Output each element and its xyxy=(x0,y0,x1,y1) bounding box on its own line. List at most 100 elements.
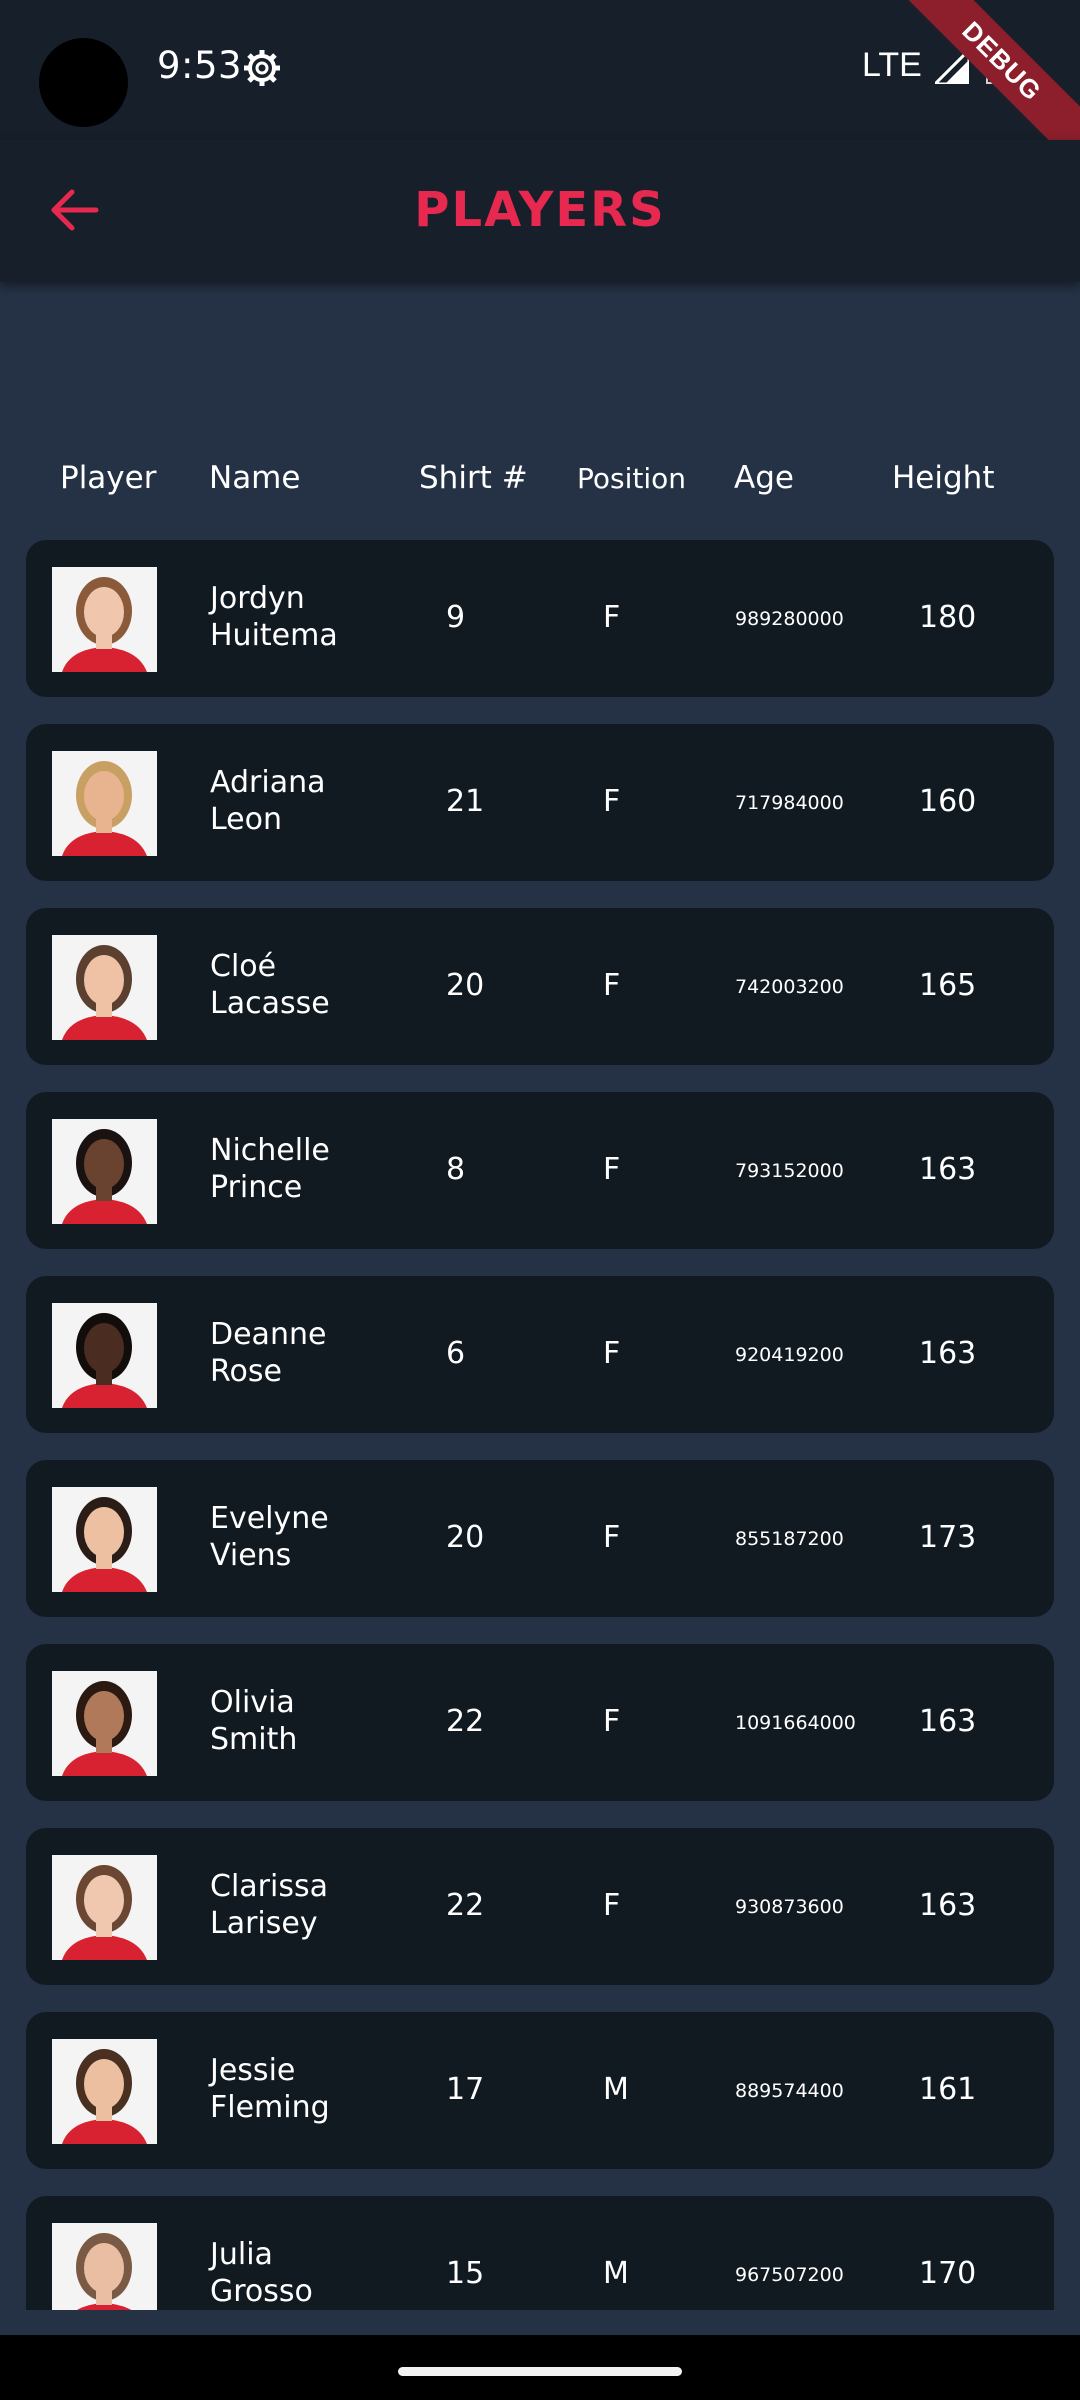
player-age: 930873600 xyxy=(735,1896,844,1918)
player-first-name: Clarissa xyxy=(210,1869,328,1904)
player-first-name: Jordyn xyxy=(210,581,305,616)
player-age: 889574400 xyxy=(735,2080,844,2102)
camera-cutout xyxy=(39,38,128,127)
settings-gear-icon xyxy=(244,50,280,86)
player-row[interactable]: Nichelle Prince 8 F 793152000 163 xyxy=(26,1092,1054,1249)
player-last-name: Fleming xyxy=(210,2090,330,2125)
player-row[interactable]: Evelyne Viens 20 F 855187200 173 xyxy=(26,1460,1054,1617)
player-age: 989280000 xyxy=(735,608,844,630)
player-age: 967507200 xyxy=(735,2264,844,2286)
player-position: M xyxy=(603,2256,629,2291)
status-time: 9:53 xyxy=(157,44,243,87)
player-name: Julia Grosso xyxy=(210,2236,410,2310)
player-first-name: Nichelle xyxy=(210,1133,330,1168)
player-age: 742003200 xyxy=(735,976,844,998)
player-name: Clarissa Larisey xyxy=(210,1868,410,1942)
table-header: Player Name Shirt # Position Age Height xyxy=(0,460,1080,510)
player-age: 920419200 xyxy=(735,1344,844,1366)
player-row[interactable]: Adriana Leon 21 F 717984000 160 xyxy=(26,724,1054,881)
status-bar: 9:53 LTE DEBUG xyxy=(0,0,1080,170)
player-photo xyxy=(52,2039,157,2144)
player-last-name: Grosso xyxy=(210,2274,313,2309)
player-height: 163 xyxy=(919,1336,977,1371)
app-bar: PLAYERS xyxy=(0,140,1080,282)
player-row[interactable]: Jordyn Huitema 9 F 989280000 180 xyxy=(26,540,1054,697)
players-list[interactable]: Jordyn Huitema 9 F 989280000 180 Adriana L… xyxy=(0,540,1080,2310)
player-first-name: Olivia xyxy=(210,1685,295,1720)
player-photo xyxy=(52,1487,157,1592)
player-shirt-number: 6 xyxy=(446,1336,466,1371)
column-header-height: Height xyxy=(892,460,995,496)
column-header-age: Age xyxy=(734,460,794,496)
player-last-name: Rose xyxy=(210,1354,282,1389)
player-photo xyxy=(52,567,157,672)
player-photo xyxy=(52,1303,157,1408)
player-name: Adriana Leon xyxy=(210,764,410,838)
player-last-name: Leon xyxy=(210,802,283,837)
player-row[interactable]: Deanne Rose 6 F 920419200 163 xyxy=(26,1276,1054,1433)
player-position: F xyxy=(603,784,621,819)
column-header-player: Player xyxy=(60,460,157,496)
player-height: 170 xyxy=(919,2256,977,2291)
player-age: 855187200 xyxy=(735,1528,844,1550)
player-height: 161 xyxy=(919,2072,977,2107)
player-row[interactable]: Jessie Fleming 17 M 889574400 161 xyxy=(26,2012,1054,2169)
page-title: PLAYERS xyxy=(414,182,666,238)
player-shirt-number: 9 xyxy=(446,600,466,635)
player-shirt-number: 20 xyxy=(446,1520,485,1555)
player-row[interactable]: Olivia Smith 22 F 1091664000 163 xyxy=(26,1644,1054,1801)
player-first-name: Adriana xyxy=(210,765,326,800)
player-name: Cloé Lacasse xyxy=(210,948,410,1022)
column-header-position: Position xyxy=(577,462,687,495)
player-name: Olivia Smith xyxy=(210,1684,410,1758)
player-photo xyxy=(52,1119,157,1224)
player-height: 180 xyxy=(919,600,977,635)
player-age: 1091664000 xyxy=(735,1712,856,1734)
player-first-name: Jessie xyxy=(210,2053,296,2088)
player-photo xyxy=(52,1855,157,1960)
player-name: Jessie Fleming xyxy=(210,2052,410,2126)
player-shirt-number: 8 xyxy=(446,1152,466,1187)
player-name: Nichelle Prince xyxy=(210,1132,410,1206)
network-type: LTE xyxy=(862,46,922,84)
player-shirt-number: 21 xyxy=(446,784,485,819)
player-shirt-number: 15 xyxy=(446,2256,485,2291)
column-header-shirt: Shirt # xyxy=(419,460,528,496)
player-name: Evelyne Viens xyxy=(210,1500,410,1574)
player-shirt-number: 22 xyxy=(446,1888,485,1923)
player-last-name: Huitema xyxy=(210,618,338,653)
player-photo xyxy=(52,751,157,856)
player-shirt-number: 17 xyxy=(446,2072,485,2107)
player-row[interactable]: Julia Grosso 15 M 967507200 170 xyxy=(26,2196,1054,2310)
player-height: 165 xyxy=(919,968,977,1003)
player-height: 163 xyxy=(919,1704,977,1739)
player-name: Jordyn Huitema xyxy=(210,580,410,654)
player-last-name: Prince xyxy=(210,1170,303,1205)
player-position: F xyxy=(603,600,621,635)
player-position: F xyxy=(603,1336,621,1371)
player-position: F xyxy=(603,968,621,1003)
player-age: 717984000 xyxy=(735,792,844,814)
player-position: F xyxy=(603,1520,621,1555)
player-first-name: Cloé xyxy=(210,949,277,984)
player-photo xyxy=(52,2223,157,2310)
player-position: M xyxy=(603,2072,629,2107)
home-gesture-handle[interactable] xyxy=(398,2367,682,2376)
player-age: 793152000 xyxy=(735,1160,844,1182)
player-last-name: Smith xyxy=(210,1722,298,1757)
player-shirt-number: 22 xyxy=(446,1704,485,1739)
player-last-name: Viens xyxy=(210,1538,292,1573)
player-height: 160 xyxy=(919,784,977,819)
player-first-name: Evelyne xyxy=(210,1501,329,1536)
player-height: 163 xyxy=(919,1152,977,1187)
player-row[interactable]: Cloé Lacasse 20 F 742003200 165 xyxy=(26,908,1054,1065)
column-header-name: Name xyxy=(209,460,301,496)
player-shirt-number: 20 xyxy=(446,968,485,1003)
player-row[interactable]: Clarissa Larisey 22 F 930873600 163 xyxy=(26,1828,1054,1985)
player-position: F xyxy=(603,1152,621,1187)
player-first-name: Deanne xyxy=(210,1317,327,1352)
player-last-name: Lacasse xyxy=(210,986,330,1021)
player-name: Deanne Rose xyxy=(210,1316,410,1390)
player-last-name: Larisey xyxy=(210,1906,318,1941)
player-position: F xyxy=(603,1704,621,1739)
